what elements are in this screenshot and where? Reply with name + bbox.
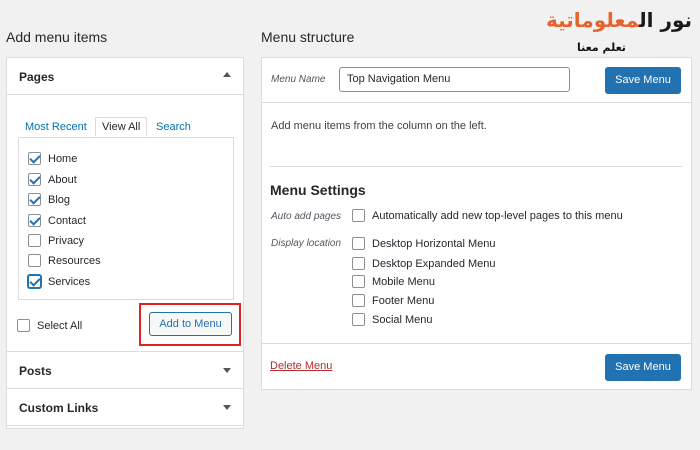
page-label-contact: Contact (48, 215, 86, 227)
save-menu-button-bottom[interactable]: Save Menu (605, 354, 681, 381)
page-label-privacy: Privacy (48, 235, 85, 247)
checkbox-social[interactable] (352, 313, 365, 326)
location-label-desktop-expanded: Desktop Expanded Menu (372, 258, 496, 270)
page-label-about: About (48, 174, 77, 186)
location-label-desktop-horizontal: Desktop Horizontal Menu (372, 238, 496, 250)
checkbox-contact[interactable] (28, 214, 41, 227)
checkbox-resources[interactable] (28, 254, 41, 267)
logo-text-part2: معلو (593, 8, 640, 32)
posts-title: Posts (19, 364, 52, 378)
checkbox-select-all[interactable] (17, 319, 30, 332)
collapse-arrow-icon (223, 72, 231, 77)
checkbox-home[interactable] (28, 152, 41, 165)
checkbox-desktop-expanded[interactable] (352, 257, 365, 270)
tab-most-recent[interactable]: Most Recent (25, 118, 87, 138)
page-label-services: Services (48, 276, 91, 288)
custom-links-title: Custom Links (19, 401, 99, 415)
logo-text-part3: ماتية (546, 8, 594, 32)
checkbox-footer[interactable] (352, 294, 365, 307)
page-label-home: Home (48, 153, 78, 165)
tab-search[interactable]: Search (156, 118, 191, 138)
auto-add-text: Automatically add new top-level pages to… (372, 210, 623, 222)
menu-name-label: Menu Name (271, 74, 326, 85)
expand-arrow-icon (223, 405, 231, 410)
add-menu-items-heading: Add menu items (6, 29, 108, 45)
save-menu-button-top[interactable]: Save Menu (605, 67, 681, 94)
display-location-label: Display location (271, 238, 342, 249)
auto-add-label: Auto add pages (271, 211, 342, 222)
menu-settings-title: Menu Settings (270, 182, 366, 198)
page-label-blog: Blog (48, 194, 71, 206)
checkbox-mobile[interactable] (352, 275, 365, 288)
footer-divider (262, 343, 691, 344)
header-divider (262, 102, 691, 103)
settings-divider (270, 166, 682, 167)
checkbox-blog[interactable] (28, 193, 41, 206)
checkbox-privacy[interactable] (28, 234, 41, 247)
location-label-mobile: Mobile Menu (372, 276, 435, 288)
menu-structure-heading: Menu structure (261, 29, 355, 45)
checkbox-desktop-horizontal[interactable] (352, 237, 365, 250)
checkbox-services[interactable] (28, 275, 41, 288)
location-label-social: Social Menu (372, 314, 433, 326)
site-logo: نور المعلوماتية تعلم معنا (520, 6, 692, 60)
logo-text-part1: نور ال (639, 8, 692, 32)
tab-view-all[interactable]: View All (95, 117, 148, 137)
delete-menu-link[interactable]: Delete Menu (270, 360, 332, 372)
checkbox-auto-add[interactable] (352, 209, 365, 222)
select-all-label: Select All (37, 320, 83, 332)
checkbox-about[interactable] (28, 173, 41, 186)
add-to-menu-button[interactable]: Add to Menu (149, 312, 232, 336)
page-label-resources: Resources (48, 255, 101, 267)
pages-title: Pages (19, 70, 55, 84)
pages-accordion-header[interactable]: Pages (7, 58, 243, 95)
expand-arrow-icon (223, 368, 231, 373)
location-label-footer: Footer Menu (372, 295, 435, 307)
posts-accordion-header[interactable]: Posts (7, 352, 243, 389)
instructions-text: Add menu items from the column on the le… (271, 120, 487, 132)
menu-name-input[interactable]: Top Navigation Menu (339, 67, 570, 92)
custom-links-accordion-header[interactable]: Custom Links (7, 389, 243, 426)
menu-structure-panel (261, 57, 692, 390)
logo-subtitle: تعلم معنا (577, 41, 626, 54)
